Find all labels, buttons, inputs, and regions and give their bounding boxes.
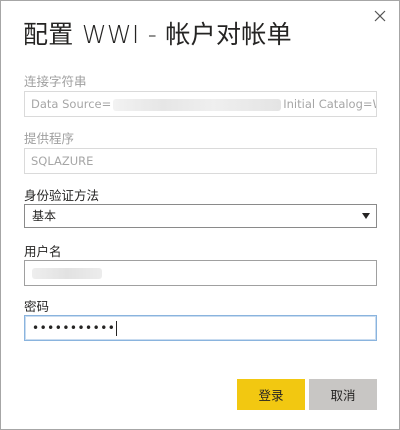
auth-method-label: 身份验证方法 bbox=[24, 188, 100, 203]
connection-string-suffix: Initial Catalog=Wic bbox=[283, 97, 376, 111]
dropdown-arrow-icon bbox=[362, 213, 370, 219]
password-masked-value: ••••••••••• bbox=[32, 321, 116, 335]
connection-string-prefix: Data Source= bbox=[31, 97, 112, 111]
auth-method-select[interactable]: 基本 bbox=[24, 204, 377, 228]
connection-string-field: Data Source= Initial Catalog=Wic bbox=[24, 91, 377, 117]
text-caret bbox=[116, 320, 118, 336]
redacted-username bbox=[32, 267, 102, 279]
connection-string-label: 连接字符串 bbox=[24, 74, 87, 89]
close-icon[interactable] bbox=[371, 7, 389, 25]
cancel-button[interactable]: 取消 bbox=[309, 379, 377, 410]
configure-dialog: 配置 WWI - 帐户对帐单 连接字符串 Data Source= Initial… bbox=[0, 0, 400, 430]
redacted-server-name bbox=[113, 98, 282, 111]
provider-field: SQLAZURE bbox=[24, 148, 377, 174]
password-input[interactable]: ••••••••••• bbox=[24, 315, 377, 341]
dialog-title: 配置 WWI - 帐户对帐单 bbox=[23, 20, 292, 49]
provider-label: 提供程序 bbox=[24, 131, 75, 146]
password-label: 密码 bbox=[24, 299, 50, 314]
provider-value: SQLAZURE bbox=[31, 154, 94, 168]
auth-method-selected: 基本 bbox=[32, 209, 57, 223]
username-label: 用户名 bbox=[24, 244, 62, 259]
login-button[interactable]: 登录 bbox=[237, 379, 305, 410]
username-input[interactable] bbox=[24, 260, 377, 286]
